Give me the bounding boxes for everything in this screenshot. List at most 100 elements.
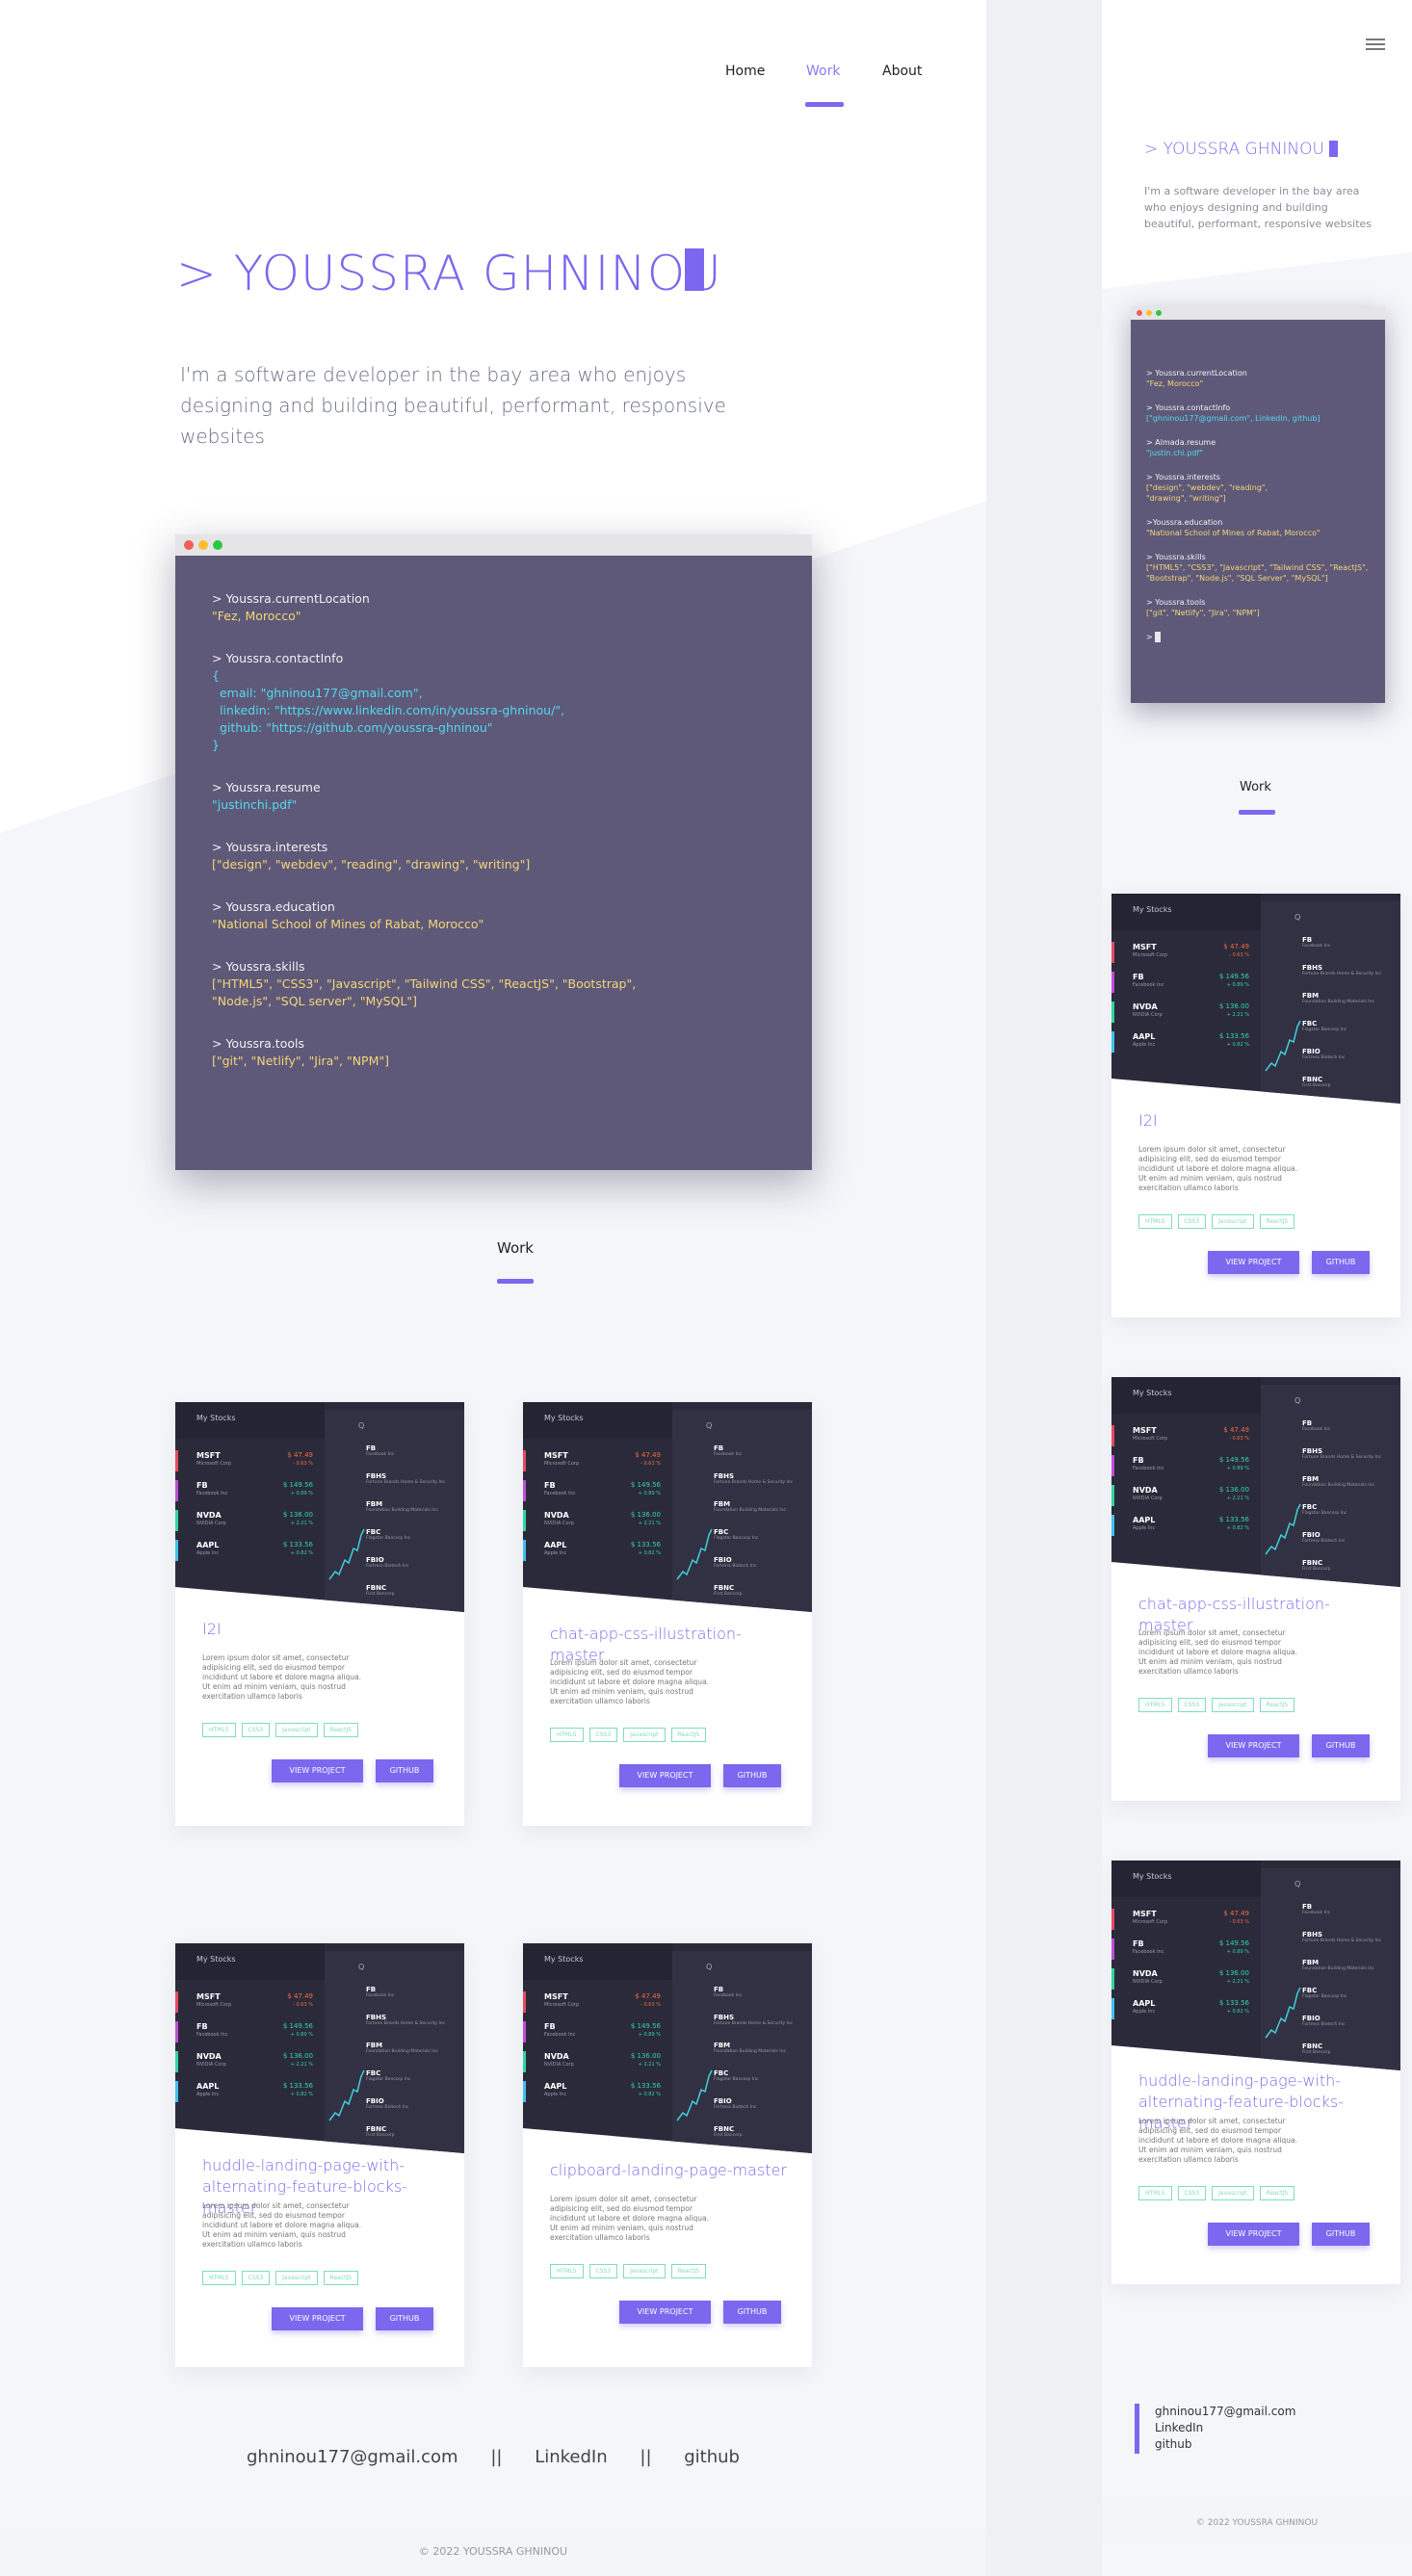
terminal-line: > Youssra.tools (212, 1036, 304, 1051)
stock-ticker: NVDA (196, 2052, 222, 2061)
project-title[interactable]: clipboard-landing-page-master (550, 2160, 791, 2181)
view-project-button[interactable]: VIEW PROJECT (1208, 2223, 1299, 2246)
footer-copyright: © 2022 YOUSSRA GHNINOU (0, 2533, 986, 2576)
footer-email-link[interactable]: ghninou177@gmail.com (247, 2447, 458, 2467)
search-result-name: Facebook Inc (1302, 944, 1331, 949)
search-result: FB Facebook Inc (366, 1986, 462, 1998)
stock-name: Apple Inc (1133, 1525, 1156, 1531)
mobile-linkedin-link[interactable]: LinkedIn (1155, 2420, 1295, 2436)
project-description: Lorem ipsum dolor sit amet, consectetur … (1138, 1145, 1298, 1192)
search-result: FBM Foundation Building Materials Inc (366, 2042, 462, 2054)
maximize-dot-icon[interactable] (1156, 310, 1162, 316)
terminal-email[interactable]: email: "ghninou177@gmail.com", (212, 685, 775, 702)
terminal-resume-link[interactable]: "justin.chi.pdf" (1146, 448, 1370, 458)
terminal-value: ["git", "Netlify", "Jira", "NPM"] (1146, 609, 1260, 617)
view-project-button[interactable]: VIEW PROJECT (272, 2307, 363, 2330)
github-button[interactable]: GITHUB (1312, 1734, 1370, 1757)
search-result-name: Facebook Inc (714, 1993, 743, 1998)
stock-row: FB Facebook Inc $ 149.56 + 0.89 % (1111, 970, 1261, 997)
footer-linkedin-link[interactable]: LinkedIn (535, 2447, 607, 2467)
minimize-dot-icon[interactable] (198, 540, 208, 550)
stock-accent-bar (523, 2081, 526, 2102)
stock-ticker: NVDA (544, 1511, 569, 1520)
stock-price: $ 149.56 (1218, 973, 1249, 980)
search-result: FBC Flagstar Bancorp Inc (366, 1528, 462, 1541)
footer-github-link[interactable]: github (684, 2447, 740, 2467)
github-button[interactable]: GITHUB (1312, 2223, 1370, 2246)
project-title[interactable]: I2I (202, 1619, 443, 1640)
stock-name: Microsoft Corp (544, 1461, 580, 1467)
stock-accent-bar (175, 1510, 178, 1531)
search-result-ticker: FBNC (714, 1584, 735, 1592)
footer-separator: || (490, 2447, 503, 2467)
terminal-prompt: > (1146, 633, 1153, 641)
stock-change: - 0.63 % (641, 2002, 661, 2008)
stock-name: NVIDIA Corp (1133, 1012, 1163, 1018)
view-project-button[interactable]: VIEW PROJECT (619, 1764, 711, 1787)
stock-ticker: AAPL (196, 2082, 220, 2091)
stock-price: $ 136.00 (1218, 1002, 1249, 1010)
stock-name: Microsoft Corp (544, 2002, 580, 2008)
stock-name: Apple Inc (544, 1550, 567, 1556)
search-result-ticker: FBC (366, 1528, 381, 1536)
terminal-linkedin[interactable]: linkedin: "https://www.linkedin.com/in/y… (212, 702, 775, 719)
stock-name: Microsoft Corp (1133, 952, 1168, 958)
minimize-dot-icon[interactable] (1146, 310, 1152, 316)
stock-change: - 0.63 % (1229, 1436, 1249, 1442)
stock-ticker: MSFT (196, 1992, 221, 2001)
view-project-button[interactable]: VIEW PROJECT (272, 1759, 363, 1782)
nav-home[interactable]: Home (725, 64, 765, 79)
mobile-email-link[interactable]: ghninou177@gmail.com (1155, 2404, 1295, 2420)
stock-ticker: AAPL (1133, 1999, 1156, 2008)
github-button[interactable]: GITHUB (376, 1759, 433, 1782)
stock-change: + 2.21 % (1226, 1979, 1249, 1985)
stock-row: NVDA NVIDIA Corp $ 136.00 + 2.21 % (175, 1508, 325, 1535)
maximize-dot-icon[interactable] (213, 540, 222, 550)
nav-work[interactable]: Work (806, 64, 840, 79)
search-result-name: Facebook Inc (366, 1452, 395, 1457)
terminal-value: ["design", "webdev", "reading", "drawing… (212, 857, 531, 872)
project-title[interactable]: I2I (1138, 1110, 1379, 1132)
view-project-button[interactable]: VIEW PROJECT (619, 2301, 711, 2324)
search-result-ticker: FBHS (1302, 964, 1323, 972)
project-card: My Stocks Q MSFT Microsoft Corp $ 47.49 … (1111, 894, 1400, 1317)
stock-ticker: NVDA (1133, 1486, 1158, 1495)
search-result-ticker: FBHS (714, 1472, 735, 1480)
search-result: FBNC First Bancorp (366, 2125, 462, 2138)
search-result: FBC Flagstar Bancorp Inc (714, 1528, 810, 1541)
search-result-name: First Bancorp (1302, 2050, 1331, 2055)
terminal-contact-links[interactable]: ["ghninou177@gmail.com", LinkedIn, githu… (1146, 413, 1370, 424)
stock-accent-bar (175, 1450, 178, 1471)
search-result: FBC Flagstar Bancorp Inc (714, 2069, 810, 2082)
nav-about[interactable]: About (882, 64, 922, 79)
search-result: FBM Foundation Building Materials Inc (366, 1500, 462, 1513)
search-result: FB Facebook Inc (366, 1444, 462, 1457)
github-button[interactable]: GITHUB (1312, 1251, 1370, 1274)
close-dot-icon[interactable] (1137, 310, 1142, 316)
terminal-github[interactable]: github: "https://github.com/youssra-ghni… (212, 719, 775, 737)
mobile-github-link[interactable]: github (1155, 2436, 1295, 2453)
stock-name: Facebook Inc (196, 1491, 228, 1496)
search-result: FBIO Fortress Biotech Inc (1302, 1531, 1399, 1544)
tech-tag: Javascript (1212, 2186, 1254, 2200)
tech-tag: Javascript (275, 2271, 318, 2285)
hamburger-menu-icon[interactable] (1366, 39, 1385, 53)
project-card: My Stocks Q MSFT Microsoft Corp $ 47.49 … (523, 1402, 812, 1826)
github-button[interactable]: GITHUB (723, 2301, 781, 2324)
github-button[interactable]: GITHUB (723, 1764, 781, 1787)
project-card: My Stocks Q MSFT Microsoft Corp $ 47.49 … (175, 1943, 464, 2367)
view-project-button[interactable]: VIEW PROJECT (1208, 1251, 1299, 1274)
view-project-button[interactable]: VIEW PROJECT (1208, 1734, 1299, 1757)
stock-name: NVIDIA Corp (544, 2062, 574, 2068)
stock-change: + 2.21 % (1226, 1012, 1249, 1018)
terminal-line: > Almada.resume (1146, 438, 1216, 447)
close-dot-icon[interactable] (184, 540, 194, 550)
stock-change: - 0.63 % (641, 1461, 661, 1467)
search-result-ticker: FBIO (1302, 1531, 1320, 1539)
github-button[interactable]: GITHUB (376, 2307, 433, 2330)
search-result-name: First Bancorp (714, 2133, 743, 2138)
terminal-resume-link[interactable]: "justinchi.pdf" (212, 796, 775, 814)
project-screenshot: My Stocks Q MSFT Microsoft Corp $ 47.49 … (175, 1402, 464, 1612)
stock-row: NVDA NVIDIA Corp $ 136.00 + 2.21 % (523, 1508, 672, 1535)
search-icon: Q (1294, 1396, 1301, 1405)
